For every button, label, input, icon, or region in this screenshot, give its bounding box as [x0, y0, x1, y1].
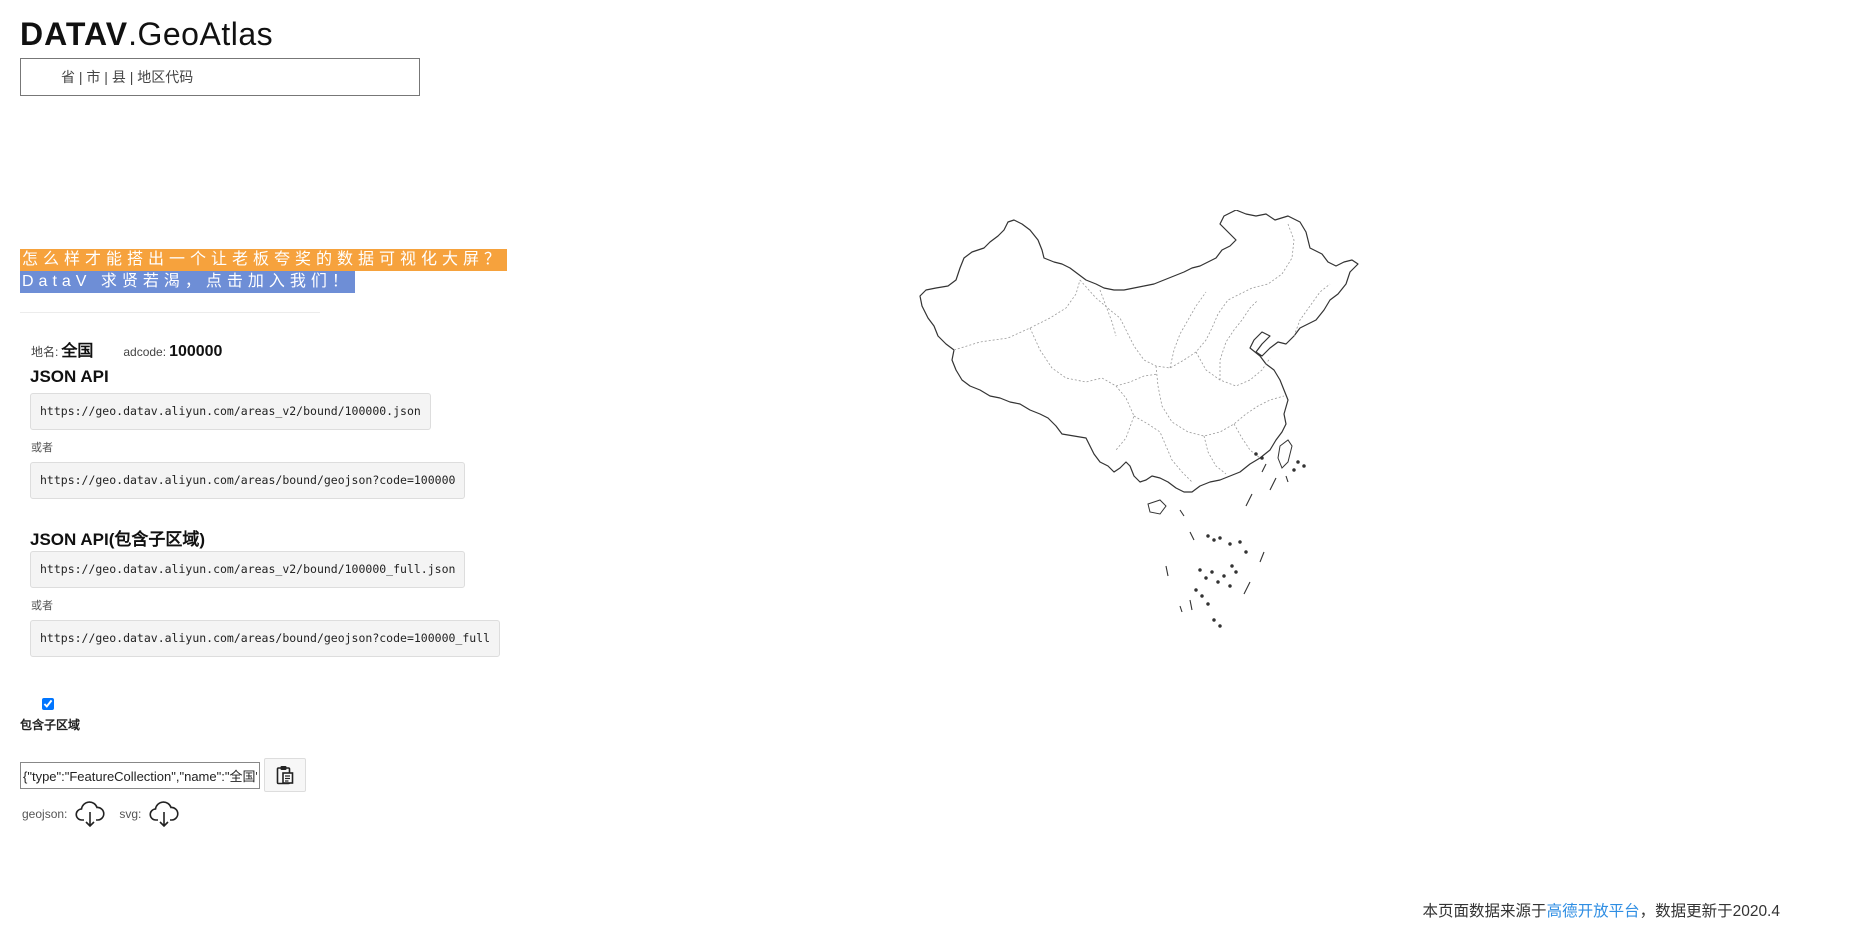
- or-label-full: 或者: [31, 600, 53, 612]
- region-info: 地名: 全国 adcode: 100000: [31, 337, 222, 361]
- geojson-output-field[interactable]: [20, 762, 260, 789]
- json-api-title: JSON API: [30, 367, 109, 386]
- footer: 本页面数据来源于高德开放平台，数据更新于2020.4: [1423, 899, 1780, 921]
- include-children-label[interactable]: 包含子区域: [20, 716, 80, 733]
- adcode-value: 100000: [169, 343, 223, 360]
- json-api-full-title: JSON API(包含子区域): [30, 530, 206, 549]
- copy-button[interactable]: [264, 758, 306, 792]
- adcode-label: adcode:: [123, 345, 167, 359]
- footer-suffix: ，数据更新于2020.4: [1639, 903, 1780, 920]
- clipboard-icon: [276, 766, 294, 785]
- promo-line-2[interactable]: DataV 求贤若渴，点击加入我们！: [20, 271, 355, 293]
- search-input[interactable]: [21, 59, 419, 95]
- amap-open-platform-link[interactable]: 高德开放平台: [1547, 903, 1640, 920]
- logo-light: .GeoAtlas: [128, 16, 274, 52]
- svg-download-button[interactable]: [149, 800, 179, 828]
- promo-line-1[interactable]: 怎么样才能搭出一个让老板夸奖的数据可视化大屏？: [20, 249, 508, 271]
- geojson-download-button[interactable]: [75, 800, 105, 828]
- geojson-download-label: geojson:: [22, 807, 68, 821]
- map-hainan-island: [1147, 499, 1167, 515]
- api-full-url-box[interactable]: https://geo.datav.aliyun.com/areas_v2/bo…: [30, 551, 466, 588]
- logo-strong: DATAV: [20, 16, 129, 52]
- china-map[interactable]: [890, 210, 1400, 705]
- api-url-alt-box[interactable]: https://geo.datav.aliyun.com/areas/bound…: [30, 462, 466, 499]
- cloud-download-icon: [75, 801, 105, 828]
- region-name-label: 地名:: [31, 345, 59, 359]
- logo[interactable]: DATAV.GeoAtlas: [20, 14, 273, 54]
- download-row: geojson: svg:: [22, 800, 193, 828]
- include-children-checkbox[interactable]: [42, 698, 54, 710]
- divider: [20, 312, 320, 313]
- api-url-box[interactable]: https://geo.datav.aliyun.com/areas_v2/bo…: [30, 393, 431, 430]
- footer-prefix: 本页面数据来源于: [1422, 903, 1547, 920]
- promo-banner[interactable]: 怎么样才能搭出一个让老板夸奖的数据可视化大屏？ DataV 求贤若渴，点击加入我…: [20, 249, 508, 293]
- or-label: 或者: [31, 442, 53, 454]
- include-children-checkbox-wrap: [42, 697, 56, 711]
- map-taiwan-island: [1277, 439, 1293, 469]
- region-name-value: 全国: [61, 343, 94, 360]
- page: DATAV.GeoAtlas 怎么样才能搭出一个让老板夸奖的数据可视化大屏？ D…: [0, 0, 1864, 938]
- cloud-download-icon: [149, 801, 179, 828]
- svg-download-label: svg:: [119, 807, 142, 821]
- search-box: [20, 58, 420, 96]
- api-full-url-alt-box[interactable]: https://geo.datav.aliyun.com/areas/bound…: [30, 620, 501, 657]
